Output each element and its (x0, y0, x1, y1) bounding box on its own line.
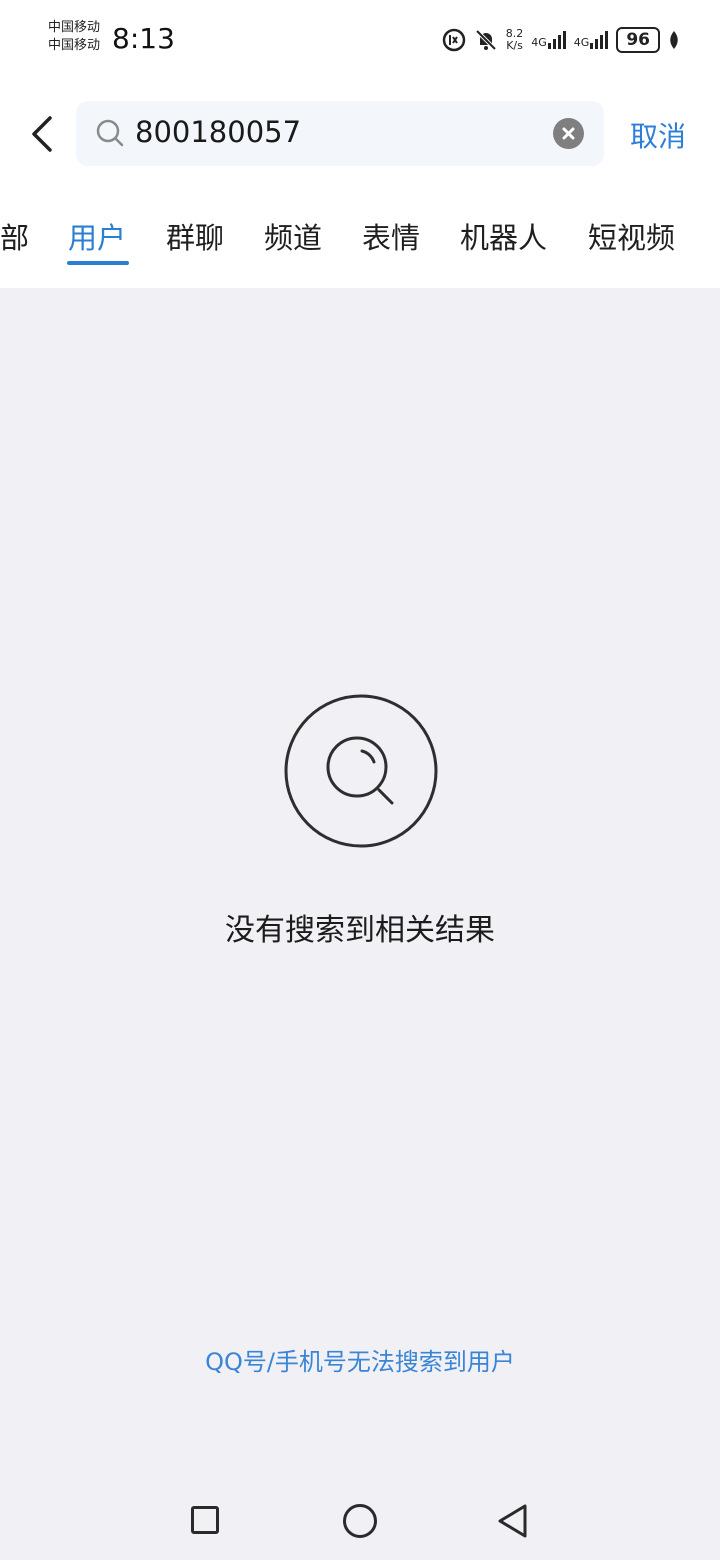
home-button[interactable] (343, 1504, 377, 1538)
clear-button[interactable] (553, 118, 584, 149)
back-button[interactable] (24, 110, 64, 158)
signal-1: 4G (531, 31, 566, 49)
status-bar: 中国移动 中国移动 8:13 8.2 K/s 4G 4G 96 (0, 0, 720, 80)
status-time: 8:13 (112, 22, 175, 55)
network-speed: 8.2 K/s (506, 28, 524, 52)
status-icons: 8.2 K/s 4G 4G 96 (442, 24, 680, 56)
active-tab-indicator (67, 261, 129, 265)
tab-short-videos[interactable]: 短视频 (588, 215, 675, 257)
search-hint-link[interactable]: QQ号/手机号无法搜索到用户 (0, 1342, 720, 1377)
tab-group-chats[interactable]: 群聊 (166, 215, 224, 257)
search-input[interactable]: 800180057 (135, 115, 301, 149)
search-bar[interactable]: 800180057 (76, 101, 604, 166)
battery-icon: 96 (616, 27, 660, 53)
nav-back-button[interactable] (497, 1503, 529, 1539)
speed-unit: K/s (506, 39, 523, 52)
hd-voice-icon (442, 28, 466, 52)
carrier-info: 中国移动 中国移动 (48, 19, 100, 55)
tab-bar: 部 用户 群聊 频道 表情 机器人 短视频 (0, 215, 720, 265)
tab-users[interactable]: 用户 (68, 215, 126, 257)
recent-apps-button[interactable] (191, 1506, 219, 1534)
tab-channels[interactable]: 频道 (264, 215, 322, 257)
back-icon (32, 116, 52, 152)
signal-icon (547, 31, 566, 49)
search-icon (96, 119, 124, 147)
tab-bots[interactable]: 机器人 (460, 215, 547, 257)
signal-2: 4G (574, 31, 609, 49)
search-empty-icon (284, 694, 438, 848)
cancel-button[interactable]: 取消 (630, 115, 686, 155)
tab-stickers[interactable]: 表情 (362, 215, 420, 257)
empty-state-message: 没有搜索到相关结果 (225, 913, 495, 948)
carrier-2: 中国移动 (48, 38, 101, 53)
mute-bell-icon (475, 29, 497, 51)
network-type-1: 4G (531, 36, 547, 49)
network-type-2: 4G (573, 36, 590, 49)
battery-level: 96 (626, 30, 650, 50)
clear-icon (562, 127, 575, 140)
carrier-1: 中国移动 (48, 20, 101, 35)
signal-icon (590, 31, 609, 49)
leaf-icon (670, 31, 678, 49)
tab-all[interactable]: 部 (0, 215, 29, 257)
